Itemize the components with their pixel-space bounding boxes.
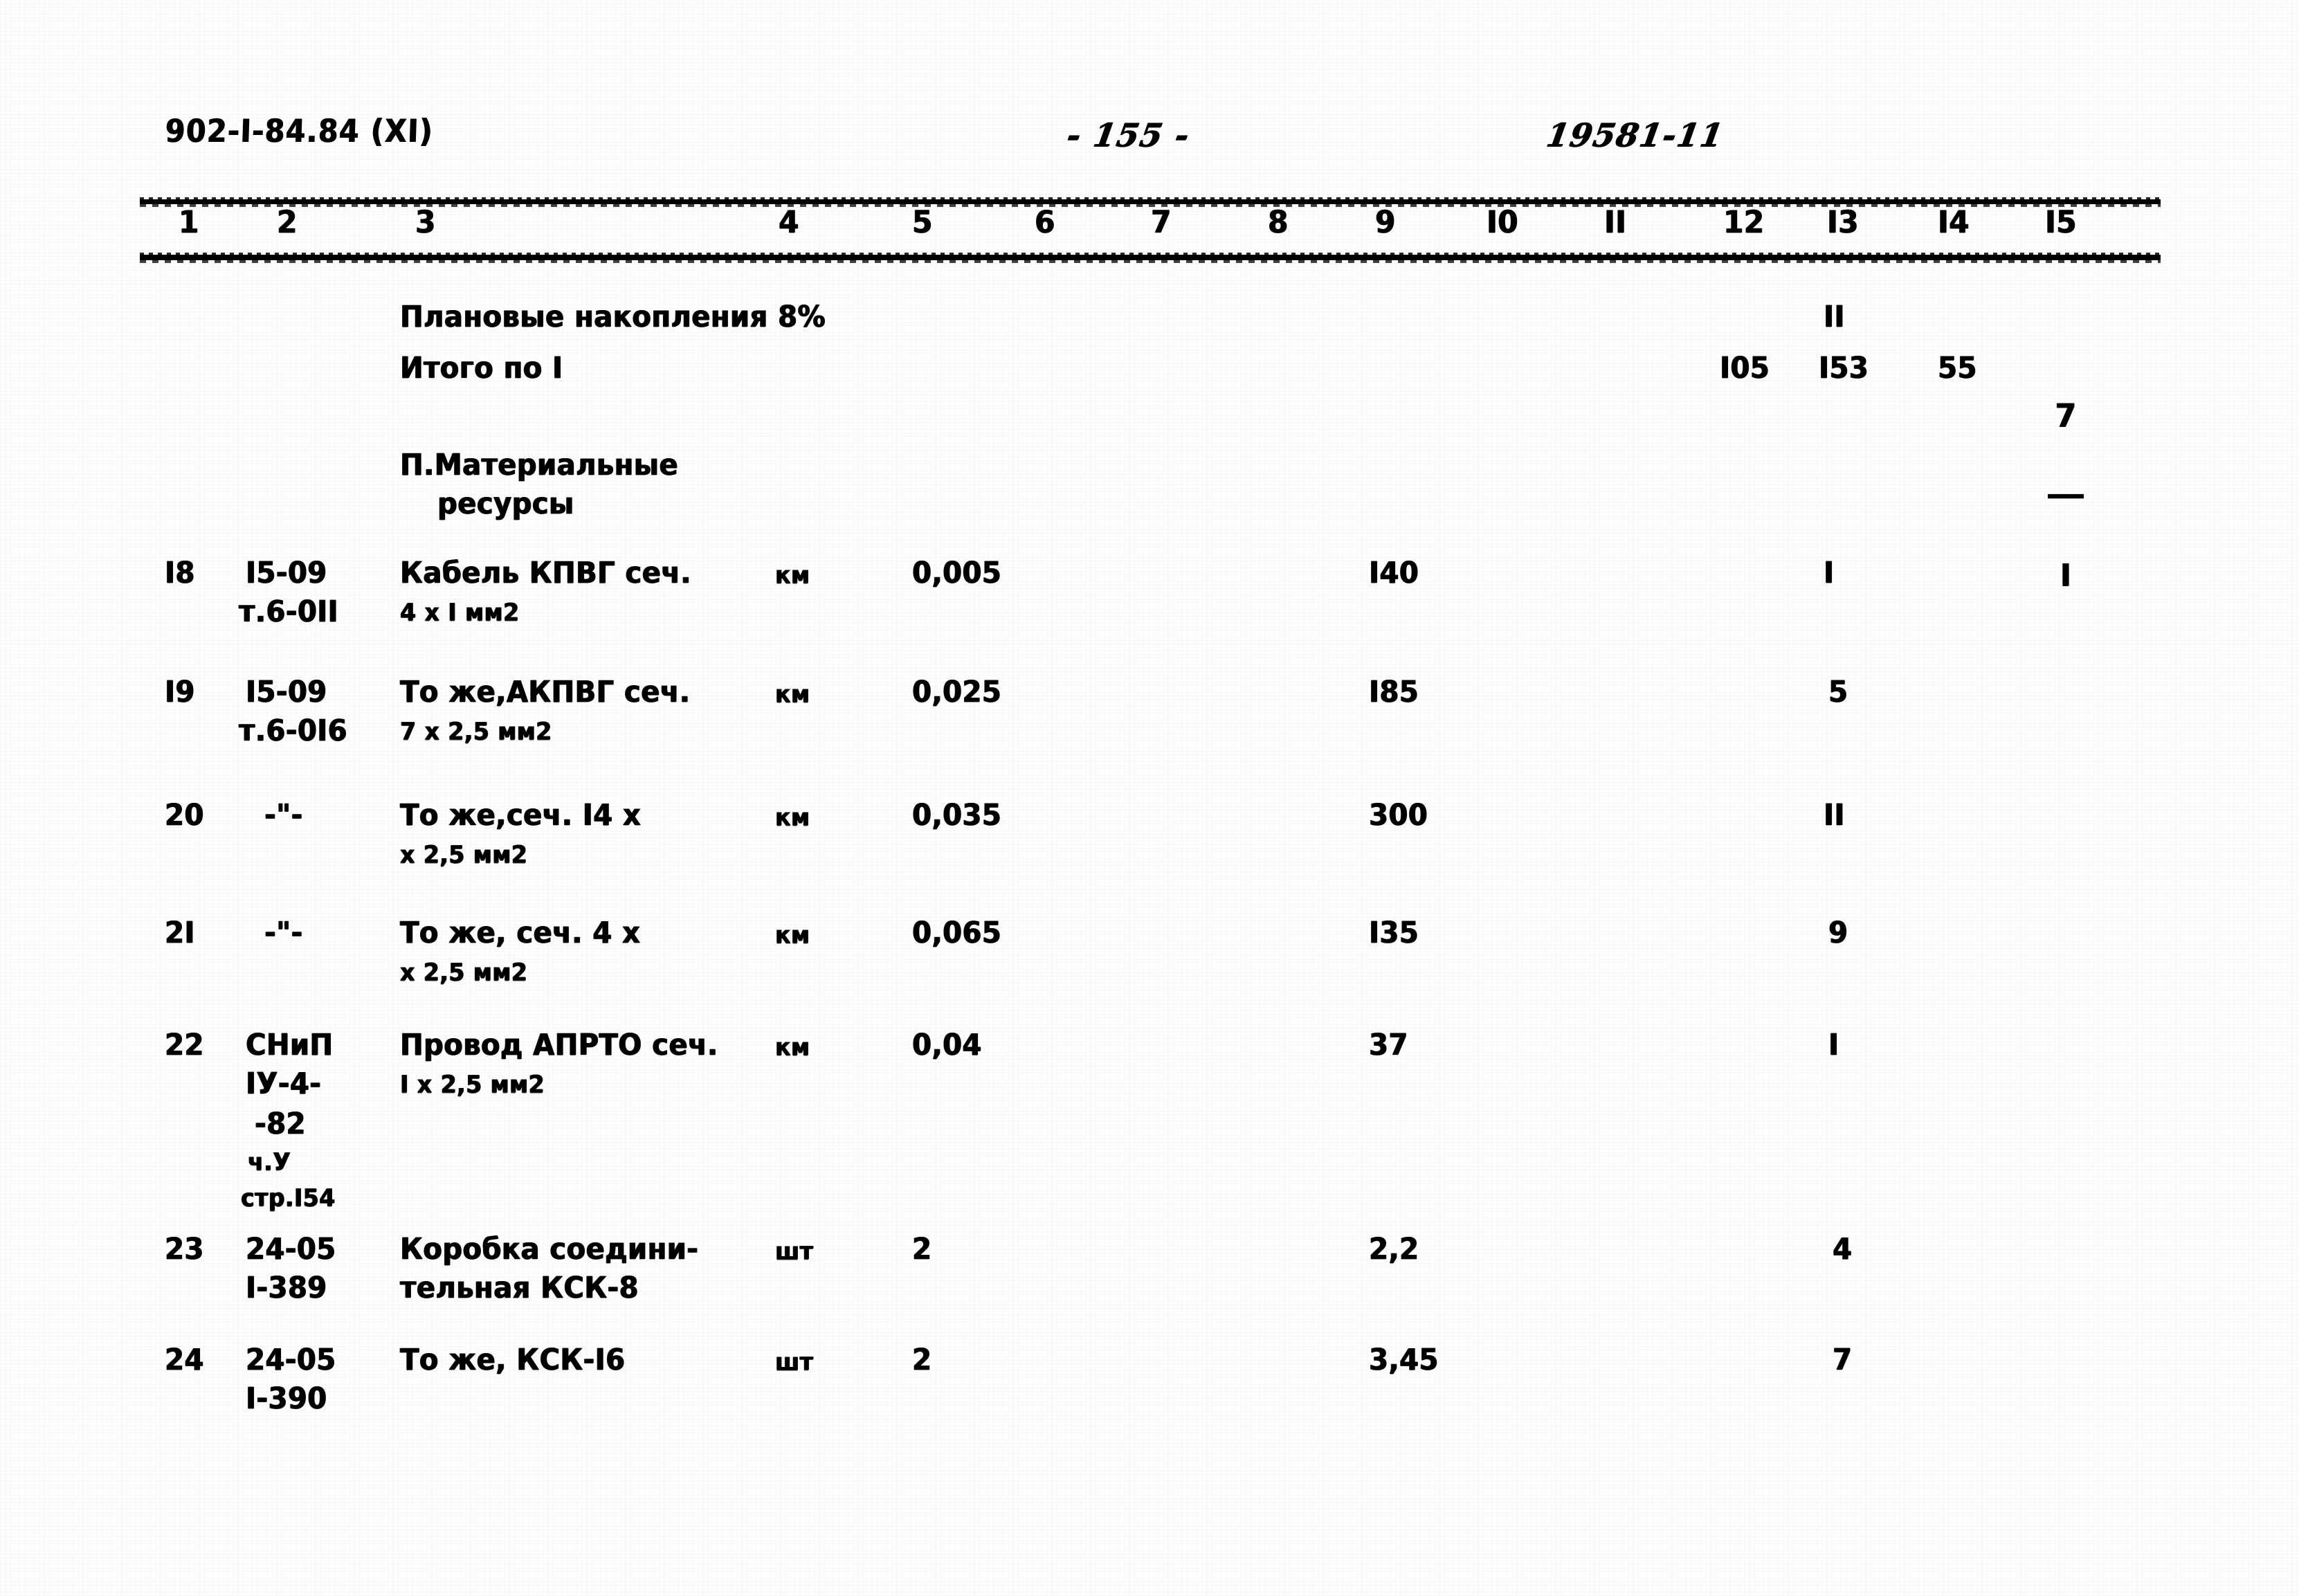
row-code-line-1: 24-05 [246, 1343, 336, 1377]
row-code-line-2: IУ-4- [246, 1067, 322, 1101]
row-name-line-1: Кабель КПВГ сеч. [400, 556, 691, 590]
row-number: 24 [165, 1343, 204, 1377]
row-name-line-1: То же, КСК-I6 [400, 1343, 626, 1377]
row-quantity: 0,025 [912, 675, 1002, 709]
row-col9: I35 [1369, 916, 1419, 950]
row-name-line-1: Коробка соедини- [400, 1232, 699, 1267]
row-name-line-2: I х 2,5 мм2 [400, 1069, 545, 1099]
row-name-line-2: 4 х I мм2 [400, 597, 520, 627]
row-name-line-1: То же, сеч. 4 х [400, 916, 641, 950]
column-number-3: 3 [415, 203, 436, 240]
fraction-bar [2048, 493, 2084, 499]
row-col13: 4 [1833, 1232, 1853, 1267]
row-unit: км [775, 560, 810, 590]
total-row-label: Итого по I [400, 351, 563, 386]
row-name-line-1: Провод АПРТО сеч. [400, 1028, 718, 1062]
row-code-line-1: I5-09 [246, 556, 327, 590]
row-unit: шт [775, 1236, 814, 1266]
fraction-numerator: 7 [2055, 397, 2077, 435]
row-code-line-2: т.6-0II [239, 595, 338, 629]
row-col13: 7 [1833, 1343, 1853, 1377]
row-unit: км [775, 679, 810, 709]
row-name-line-2: х 2,5 мм2 [400, 840, 528, 869]
row-col9: 3,45 [1369, 1343, 1439, 1377]
column-number-1: 1 [179, 203, 199, 240]
row-number: I8 [165, 556, 195, 590]
row-name-line-2: х 2,5 мм2 [400, 957, 528, 987]
row-col9: 37 [1369, 1028, 1408, 1062]
row-col9: I85 [1369, 675, 1419, 709]
row-code-line-1: I5-09 [246, 675, 327, 709]
archive-number: 19581-11 [1543, 116, 1727, 154]
row-col13: I [1824, 556, 1835, 590]
column-number-2: 2 [277, 203, 298, 240]
page-number: - 155 - [1064, 116, 1193, 154]
section-heading-line-2: ресурсы [437, 487, 574, 521]
summary-row-col13: II [1824, 300, 1845, 334]
row-number: 23 [165, 1232, 204, 1267]
column-number-15: I5 [2045, 203, 2077, 240]
column-number-7: 7 [1151, 203, 1172, 240]
column-number-12: 12 [1723, 203, 1765, 240]
row-code-line-1: 24-05 [246, 1232, 336, 1267]
row-quantity: 0,005 [912, 556, 1002, 590]
row-name-line-1: То же,сеч. I4 х [400, 798, 642, 833]
row-number: 22 [165, 1028, 204, 1062]
row-col13: I [1828, 1028, 1839, 1062]
row-quantity: 0,065 [912, 916, 1002, 950]
row-code-line-2: I-390 [246, 1381, 327, 1416]
row-col13: II [1824, 798, 1845, 833]
row-code-line-1: СНиП [246, 1028, 334, 1062]
row-unit: шт [775, 1347, 814, 1377]
total-row-col13: I53 [1819, 351, 1869, 386]
column-number-13: I3 [1827, 203, 1859, 240]
row-number: I9 [165, 675, 195, 709]
row-unit: км [775, 802, 810, 832]
row-number: 2I [165, 916, 195, 950]
row-name-line-1: То же,АКПВГ сеч. [400, 675, 691, 709]
row-unit: км [775, 920, 810, 950]
summary-row-label: Плановые накопления 8% [400, 300, 826, 334]
row-col9: 2,2 [1369, 1232, 1419, 1267]
row-name-line-2: тельная КСК-8 [400, 1271, 639, 1305]
row-col13: 5 [1828, 675, 1848, 709]
row-quantity: 2 [912, 1343, 932, 1377]
column-number-9: 9 [1375, 203, 1396, 240]
row-quantity: 2 [912, 1232, 932, 1267]
row-unit: км [775, 1032, 810, 1062]
column-number-10: I0 [1487, 203, 1518, 240]
row-code-line-4: ч.У [248, 1147, 291, 1177]
row-number: 20 [165, 798, 204, 833]
column-number-11: II [1604, 203, 1627, 240]
column-number-4: 4 [779, 203, 799, 240]
row-code-line-5: стр.I54 [241, 1183, 336, 1213]
total-row-col15-fraction: 7 I [2042, 341, 2090, 649]
row-code-line-2: I-389 [246, 1271, 327, 1305]
row-name-line-2: 7 х 2,5 мм2 [400, 716, 552, 746]
row-col9: I40 [1369, 556, 1419, 590]
row-quantity: 0,04 [912, 1028, 982, 1062]
row-col13: 9 [1828, 916, 1848, 950]
row-code-line-3: -82 [255, 1107, 306, 1141]
row-quantity: 0,035 [912, 798, 1002, 833]
column-number-8: 8 [1268, 203, 1289, 240]
column-number-6: 6 [1035, 203, 1055, 240]
column-number-5: 5 [912, 203, 933, 240]
column-number-14: I4 [1938, 203, 1970, 240]
row-code-line-2: т.6-0I6 [239, 714, 347, 748]
document-page: 902-I-84.84 (XI) - 155 - 19581-11 1 2 3 … [0, 0, 2299, 1596]
section-heading-line-1: П.Материальные [400, 448, 678, 482]
table-header-rule [140, 253, 2161, 263]
fraction-denominator: I [2060, 557, 2072, 593]
column-number-row: 1 2 3 4 5 6 7 8 9 I0 II 12 I3 I4 I5 [0, 203, 2299, 251]
row-col9: 300 [1369, 798, 1428, 833]
document-code: 902-I-84.84 (XI) [165, 112, 434, 149]
